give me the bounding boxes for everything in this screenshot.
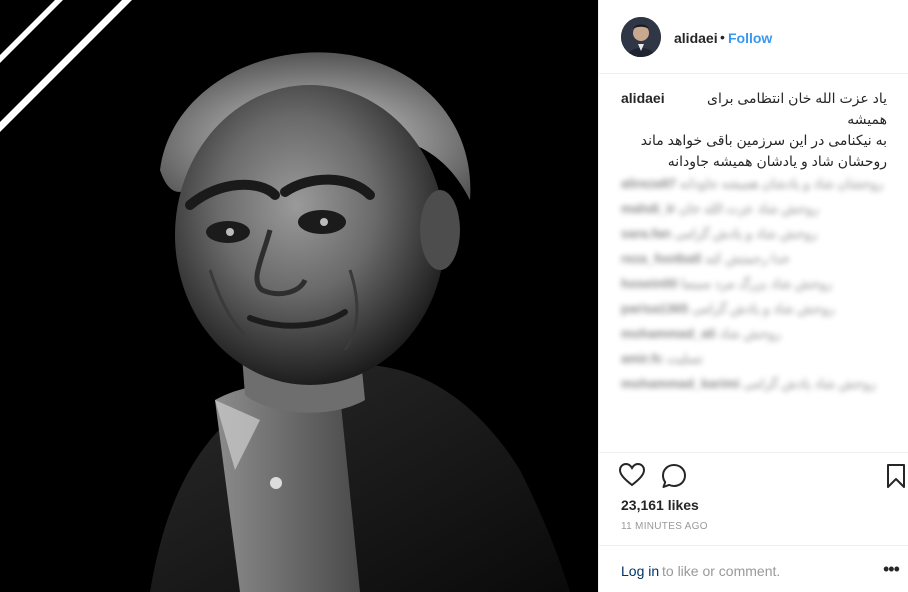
comment-text: روحش شاد: [719, 326, 781, 341]
portrait-image: [0, 0, 598, 592]
comment-text: روحش شاد عزت الله خان: [678, 201, 819, 216]
caption-username[interactable]: alidaei: [621, 88, 665, 109]
post-caption: alidaei یاد عزت الله خان انتظامی برای هم…: [621, 88, 887, 172]
comment-item: hosein00 روحش شاد بزرگ مرد سینما: [621, 274, 887, 293]
comment-username[interactable]: sara.fan: [621, 226, 671, 241]
post-header: alidaei • Follow: [599, 0, 908, 74]
post-photo[interactable]: [0, 0, 598, 592]
comment-text: روحش شاد و یادش گرامی: [691, 301, 835, 316]
avatar-image: [621, 17, 661, 57]
comment-icon[interactable]: [661, 463, 687, 494]
comment-item: mahdi_ir روحش شاد عزت الله خان: [621, 199, 887, 218]
comment-username[interactable]: alireza97: [621, 176, 676, 191]
login-footer: Log in to like or comment. •••: [599, 545, 908, 592]
login-link[interactable]: Log in: [621, 563, 659, 579]
avatar[interactable]: [621, 17, 661, 57]
post-side-panel: alidaei • Follow alidaei یاد عزت الله خا…: [598, 0, 908, 592]
post-timestamp[interactable]: 11 MINUTES AGO: [621, 521, 708, 532]
caption-line: به نیکنامی در این سرزمین باقی خواهد ماند: [640, 132, 887, 148]
comment-username[interactable]: mohammad_karimi: [621, 376, 740, 391]
comments-list: alireza97 روحشان شاد و یادشان همیشه جاود…: [621, 174, 887, 444]
comment-username[interactable]: hosein00: [621, 276, 677, 291]
comment-username[interactable]: mahdi_ir: [621, 201, 675, 216]
comment-item: sara.fan روحش شاد و یادش گرامی: [621, 224, 887, 243]
comment-username[interactable]: amir.fc: [621, 351, 663, 366]
login-prompt-text: to like or comment.: [662, 563, 781, 579]
comment-username[interactable]: reza_football: [621, 251, 701, 266]
likes-count[interactable]: 23,161 likes: [621, 497, 699, 513]
comment-item: mohammad_karimi روحش شاد یادش گرامی: [621, 374, 887, 393]
comment-text: روحشان شاد و یادشان همیشه جاودانه: [679, 176, 884, 191]
more-options-icon[interactable]: •••: [883, 559, 900, 580]
comment-item: mohammad_ali روحش شاد: [621, 324, 887, 343]
comment-text: تسلیت: [666, 351, 703, 366]
comment-text: خدا رحمتش کند: [704, 251, 790, 266]
heart-icon[interactable]: [618, 462, 646, 492]
comment-item: parisa1365 روحش شاد و یادش گرامی: [621, 299, 887, 318]
comment-text: روحش شاد یادش گرامی: [743, 376, 876, 391]
comment-item: amir.fc تسلیت: [621, 349, 887, 368]
follow-button[interactable]: Follow: [728, 30, 772, 46]
comment-username[interactable]: parisa1365: [621, 301, 688, 316]
separator-dot: •: [720, 29, 725, 45]
action-bar: [599, 452, 908, 492]
bookmark-icon[interactable]: [886, 463, 906, 494]
comment-item: alireza97 روحشان شاد و یادشان همیشه جاود…: [621, 174, 887, 193]
comment-text: روحش شاد و یادش گرامی: [674, 226, 818, 241]
comment-username[interactable]: mohammad_ali: [621, 326, 716, 341]
comment-text: روحش شاد بزرگ مرد سینما: [680, 276, 833, 291]
comment-item: reza_football خدا رحمتش کند: [621, 249, 887, 268]
username-link[interactable]: alidaei: [674, 30, 718, 46]
caption-line: روحشان شاد و یادشان همیشه جاودانه: [667, 153, 887, 169]
